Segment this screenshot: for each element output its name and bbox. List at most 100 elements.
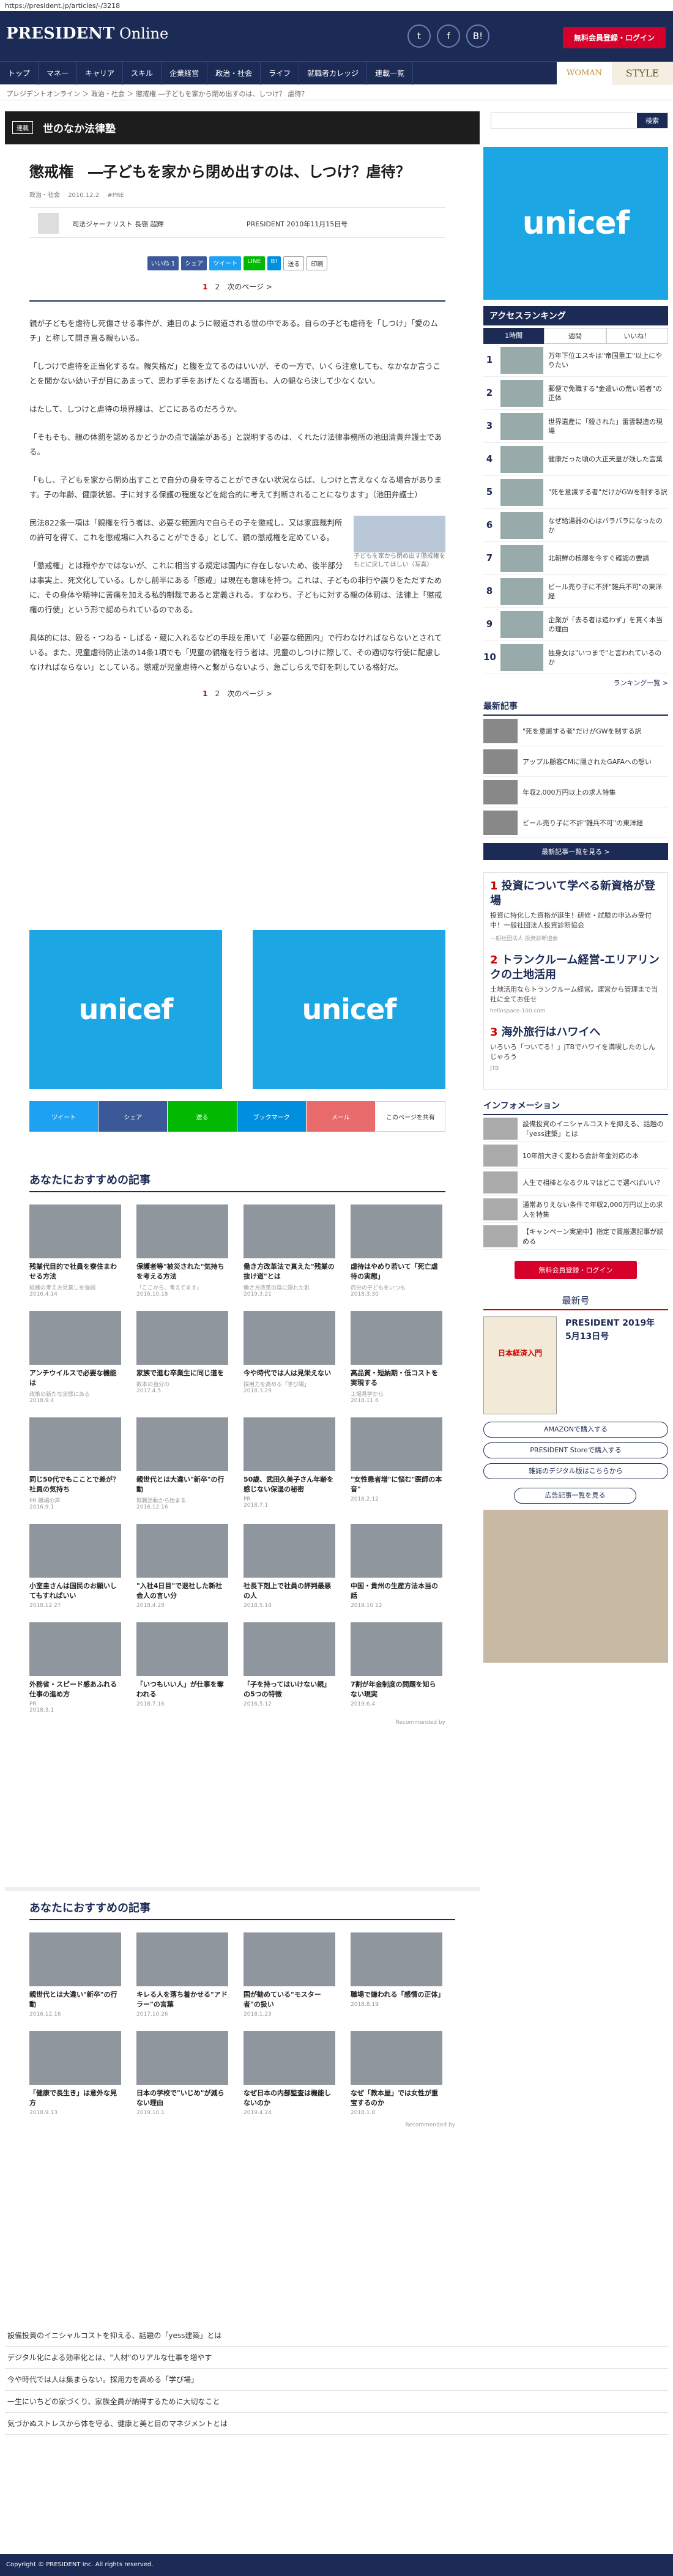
- latest-item[interactable]: 年収2,000万円以上の求人特集: [483, 777, 668, 807]
- nav-item[interactable]: トップ: [0, 61, 39, 85]
- ranking-item[interactable]: 7 北朝鮮の核爆を今すぐ確認の要請: [483, 542, 668, 575]
- sidebar-unicef-ad[interactable]: unicef: [483, 147, 668, 300]
- nav-item[interactable]: 就職者カレッジ: [299, 61, 368, 85]
- info-item[interactable]: 【キャンペーン実施中】指定で買厳選記事が読める: [483, 1223, 668, 1250]
- ad-articles-button[interactable]: 広告記事一覧を見る: [514, 1488, 636, 1504]
- recommended-by[interactable]: Recommended by: [29, 1720, 445, 1726]
- recommend-card[interactable]: アンチウイルスで必要な機能は 政策の新たな実態にある 2018.9.4: [29, 1311, 121, 1404]
- bottom-link[interactable]: 気づかぬストレスから体を守る、健康と美と目のマネジメントとは: [5, 2413, 668, 2435]
- breadcrumb[interactable]: プレジデントオンライン ＞ 政治・社会 ＞ 懲戒権 ―子どもを家から閉め出すのは…: [0, 86, 673, 100]
- recommend-card[interactable]: キレる人を落ち着かせる"アドラー"の言葉 2017.10.26: [136, 1932, 228, 2017]
- hatena-icon[interactable]: B!: [466, 24, 489, 48]
- magazine-issue[interactable]: PRESIDENT 2019年5月13日号: [565, 1316, 657, 1414]
- recommend-card[interactable]: 中国・貴州の生産方法本当の話 2019.10.12: [351, 1524, 442, 1609]
- recommend-card[interactable]: 「いつもいい人」が仕事を奪われる 2018.7.16: [136, 1622, 228, 1713]
- nav-item[interactable]: 政治・社会: [207, 61, 261, 85]
- send-button[interactable]: 送る: [283, 256, 305, 270]
- recommend-card[interactable]: 「健康で長生き」は意外な見方 2018.9.13: [29, 2031, 121, 2116]
- hatena-button[interactable]: B!: [267, 256, 281, 270]
- nav-item[interactable]: スキル: [123, 61, 162, 85]
- latest-item[interactable]: "死を意識する者"だけがGWを制する訳: [483, 716, 668, 746]
- ranking-item[interactable]: 2 郵便で免職する"金遣いの荒い若者"の正体: [483, 377, 668, 410]
- unicef-banner[interactable]: unicef: [29, 930, 222, 1089]
- recommend-card[interactable]: 働き方改革法で真えた"残業の抜け道"とは 働き方改革の陰に隠れた影 2019.3.2…: [244, 1204, 335, 1297]
- nav-item[interactable]: マネー: [39, 61, 78, 85]
- ad-item[interactable]: 3 海外旅行はハワイへ いろいろ「ついてる！」JTBでハワイを満喫したのしんじゃろう…: [490, 1025, 661, 1072]
- print-button[interactable]: 印刷: [307, 256, 328, 270]
- ad-item[interactable]: 1 投資について学べる新資格が登場 投資に特化した資格が誕生！研修・試験の申込み受付…: [490, 879, 661, 942]
- ranking-item[interactable]: 4 健康だった頃の大正天皇が残した言葉: [483, 443, 668, 476]
- nav-item[interactable]: 連載一覧: [367, 61, 414, 85]
- bottom-link[interactable]: 今や時代では人は集まらない。採用力を高める「学び場」: [5, 2369, 668, 2391]
- nav-style[interactable]: STYLE: [612, 61, 673, 85]
- recommend-card[interactable]: 職場で嫌われる「感情の正体」 2018.8.19: [351, 1932, 444, 2017]
- site-logo[interactable]: PRESIDENT Online: [6, 24, 168, 43]
- ranking-item[interactable]: 6 なぜ給湯器の心はバラバラになったのか: [483, 509, 668, 542]
- bottom-link[interactable]: デジタル化による効率化とは、"人材"のリアルな仕事を増やす: [5, 2347, 668, 2369]
- tab-likes[interactable]: いいね！: [606, 328, 668, 344]
- recommend-card[interactable]: 今や時代では人は見栄えない 採用力を高める「学び場」 2018.3.29: [244, 1311, 335, 1404]
- latest-more-button[interactable]: 最新記事一覧を見る >: [483, 843, 668, 860]
- info-item[interactable]: 10年前大きく変わる会計年金対応の本: [483, 1142, 668, 1169]
- recommend-card[interactable]: 残業代目的で社員を寮住まわせる方法 組織の考え方見直しを強調 2016.4.14: [29, 1204, 121, 1297]
- fb-share-button[interactable]: シェア: [181, 256, 207, 270]
- recommend-card[interactable]: 50歳、武田久美子さん年齢を感じない保湿の秘密 PR 2018.7.1: [244, 1417, 335, 1510]
- pager-next[interactable]: 次のページ >: [227, 283, 272, 291]
- ranking-item[interactable]: 3 世界遺産に「殺された」雷雲製造の現場: [483, 410, 668, 443]
- share-facebook[interactable]: シェア: [99, 1101, 168, 1132]
- share-mail[interactable]: メール: [306, 1101, 376, 1132]
- recommend-card[interactable]: 国が勧めている"モスター者"の扱い 2018.1.23: [244, 1932, 335, 2017]
- recommend-card[interactable]: なぜ日本の内部監査は機能しないのか 2019.4.24: [244, 2031, 335, 2116]
- twitter-icon[interactable]: t: [407, 24, 431, 48]
- buy-store-button[interactable]: PRESIDENT Storeで購入する: [483, 1442, 668, 1458]
- recommend-card[interactable]: "入社4日目"で退社した新社会人の言い分 2018.4.28: [136, 1524, 228, 1609]
- unicef-banner[interactable]: unicef: [253, 930, 445, 1089]
- recommend-card[interactable]: 外務省・スピード感あふれる仕事の進め方 PR 2018.3.1: [29, 1622, 121, 1713]
- author-name[interactable]: 司法ジャーナリスト 長嶺 超輝: [72, 219, 163, 229]
- recommended-by[interactable]: Recommended by: [29, 2122, 455, 2128]
- recommend-card[interactable]: 親世代とは大違い"新卒"の行動 就職活動から始まる 2016.12.16: [136, 1417, 228, 1510]
- bottom-link[interactable]: 設備投資のイニシャルコストを抑える、話題の「yess建築」とは: [5, 2325, 668, 2347]
- ad-item[interactable]: 2 トランクルーム経営-エリアリンクの土地活用 土地活用ならトランクルーム経営。運営…: [490, 953, 661, 1014]
- tab-weekly[interactable]: 週間: [544, 328, 606, 344]
- buy-amazon-button[interactable]: AMAZONで購入する: [483, 1422, 668, 1438]
- nav-woman[interactable]: WOMAN: [557, 61, 612, 85]
- sidebar-register-button[interactable]: 無料会員登録・ログイン: [515, 1261, 637, 1279]
- recommend-card[interactable]: 家族で進む卒業生に同じ道を 数本の自分の 2017.4.5: [136, 1311, 228, 1404]
- recommend-card[interactable]: 「子を持ってはいけない親」の5つの特徴 2016.5.12: [244, 1622, 335, 1713]
- pager-page-2[interactable]: 2: [215, 689, 220, 698]
- search-button[interactable]: 検索: [637, 113, 667, 128]
- tweet-button[interactable]: ツイート: [209, 256, 242, 270]
- recommend-card[interactable]: 日本の学校で"いじめ"が減らない理由 2019.10.1: [136, 2031, 228, 2116]
- recommend-card[interactable]: 7割が年金制度の問題を知らない現実 2019.6.4: [351, 1622, 442, 1713]
- article-category[interactable]: 政治・社会: [29, 192, 60, 199]
- register-login-button[interactable]: 無料会員登録・ログイン: [562, 27, 666, 48]
- pager-page-2[interactable]: 2: [215, 283, 220, 291]
- share-page[interactable]: このページを共有: [375, 1101, 446, 1132]
- digital-edition-button[interactable]: 雑誌のデジタル版はこちらから: [483, 1463, 668, 1479]
- fb-like-button[interactable]: いいね 1: [147, 256, 179, 270]
- line-button[interactable]: LINE: [244, 256, 265, 270]
- recommend-card[interactable]: なぜ「教本屋」では女性が重宝するのか 2018.1.8: [351, 2031, 442, 2116]
- info-item[interactable]: 通常ありえない条件で年収2,000万円以上の求人を特集: [483, 1196, 668, 1223]
- bottom-link[interactable]: 一生にいちどの家づくり、家族全員が納得するために大切なこと: [5, 2391, 668, 2413]
- ranking-item[interactable]: 5 "死を意識する者"だけがGWを制する訳: [483, 476, 668, 509]
- share-bookmark[interactable]: ブックマーク: [237, 1101, 307, 1132]
- latest-item[interactable]: ビール売り子に不評"雑兵不可"の東洋経: [483, 807, 668, 838]
- latest-item[interactable]: アップル顧客CMに隠されたGAFAへの想い: [483, 746, 668, 777]
- ranking-more-link[interactable]: ランキング一覧 >: [483, 678, 668, 688]
- facebook-icon[interactable]: f: [437, 24, 460, 48]
- ranking-item[interactable]: 1 万年下位エスキは"帝国重工"以上にやりたい: [483, 344, 668, 377]
- url-bar[interactable]: https://president.jp/articles/-/3218: [0, 0, 673, 11]
- article-image[interactable]: 子どもを家から閉め出す懲戒権をもとに戻してほしい（写真）: [354, 516, 445, 570]
- magazine-cover[interactable]: 日本経済入門: [483, 1316, 557, 1414]
- recommend-card[interactable]: 高品質・短納期・低コストを実現する 工場見学から 2018.11.6: [351, 1311, 442, 1404]
- ranking-item[interactable]: 8 ビール売り子に不評"雑兵不可"の東洋経: [483, 575, 668, 608]
- nav-item[interactable]: ライフ: [261, 61, 300, 85]
- info-item[interactable]: 設備投資のイニシャルコストを抑える、話題の「yess建築」とは: [483, 1115, 668, 1142]
- nav-item[interactable]: 企業経営: [162, 61, 208, 85]
- recommend-card[interactable]: 社長下剋上で社員の評判最悪の人 2018.5.18: [244, 1524, 335, 1609]
- recommend-card[interactable]: "女性患者増"に悩む"医師の本音" 2016.2.12: [351, 1417, 442, 1510]
- nav-item[interactable]: キャリア: [77, 61, 124, 85]
- info-item[interactable]: 人生で相棒となるクルマはどこで選べばいい？: [483, 1169, 668, 1196]
